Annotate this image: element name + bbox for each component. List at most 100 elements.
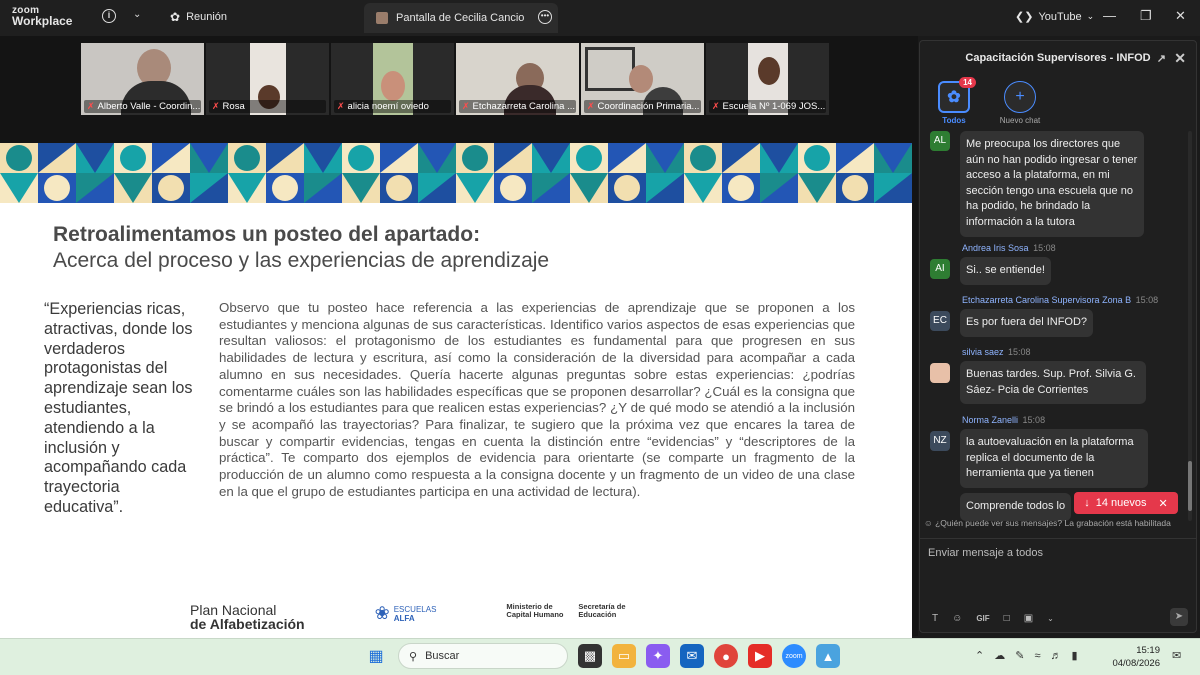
zoom-logo: zoom Workplace (12, 6, 72, 28)
chevron-down-icon[interactable]: ⌄ (133, 9, 141, 20)
mic-off-icon: ✗ (462, 101, 470, 111)
minimize-icon[interactable]: — (1103, 8, 1116, 23)
slide-logos: Plan Nacional de Alfabetización ❀ ESCUEL… (190, 603, 750, 643)
zoom-icon[interactable]: zoom (782, 644, 806, 668)
video-tile[interactable]: ✗ Etchazarreta Carolina ... (456, 43, 579, 115)
pattern-svg (0, 143, 912, 203)
dismiss-icon[interactable]: ✕ (1159, 497, 1168, 510)
slide-subtitle: Acerca del proceso y las experiencias de… (53, 249, 550, 272)
task-view-icon[interactable]: ▩ (578, 644, 602, 668)
search-icon: ⚲ (409, 650, 418, 663)
cloud-icon[interactable]: ☁ (994, 649, 1005, 662)
video-tile[interactable]: ✗ alicia noemí oviedo (331, 43, 454, 115)
more-icon[interactable]: ••• (538, 10, 552, 24)
outlook-icon[interactable]: ✉ (680, 644, 704, 668)
taskbar-apps: ▦ ⚲ Buscar ▩ ▭ ✦ ✉ ● ▶ zoom ▲ (364, 643, 840, 669)
plan-nacional-logo: Plan Nacional de Alfabetización (190, 603, 305, 631)
youtube-label: YouTube (1038, 10, 1082, 23)
message-input[interactable]: Enviar mensaje a todos (928, 547, 1043, 559)
windows-start-icon[interactable]: ▦ (364, 644, 388, 668)
youtube-icon[interactable]: ▶ (748, 644, 772, 668)
escuelas-alfa-logo: ❀ ESCUELAS ALFA (375, 603, 437, 624)
clock-date: 04/08/2026 (1112, 658, 1160, 669)
chevron-down-icon[interactable]: ⌄ (1047, 614, 1054, 623)
composer-toolbar: T ☺ GIF □ ▣ ⌄ (932, 613, 1054, 624)
taskbar-search[interactable]: ⚲ Buscar (398, 643, 568, 669)
message-text: Me preocupa los directores que aún no ha… (960, 131, 1144, 237)
logo-plan-text: Plan Nacional (190, 602, 277, 618)
plus-icon: + (1004, 81, 1036, 113)
message-text: Es por fuera del INFOD? (960, 309, 1094, 337)
person-icon: ☺ (924, 518, 933, 528)
video-tile[interactable]: ✗ Escuela Nº 1-069 JOS... (706, 43, 829, 115)
close-window-icon[interactable]: ✕ (1175, 8, 1186, 24)
video-tile[interactable]: ✗ Coordinación Primaria... (581, 43, 704, 115)
clock-time: 15:19 (1136, 645, 1160, 656)
tab-label: Nuevo chat (999, 116, 1041, 125)
decorative-pattern (0, 143, 912, 203)
meeting-label: Reunión (186, 11, 228, 23)
message-time: 15:08 (1135, 295, 1159, 305)
avatar: NZ (930, 431, 950, 451)
restore-icon[interactable]: ❐ (1140, 8, 1152, 24)
photos-icon[interactable]: ▲ (816, 644, 840, 668)
emoji-icon[interactable]: ☺ (952, 613, 962, 624)
message-text: Si.. se entiende! (960, 257, 1051, 285)
sender-name: Norma Zanelli (962, 415, 1019, 425)
message-time: 15:08 (1033, 243, 1056, 253)
file-icon[interactable]: □ (1004, 613, 1010, 624)
text-format-icon[interactable]: T (932, 613, 938, 624)
slide-title: Retroalimentamos un posteo del apartado: (53, 223, 481, 246)
chat-scrollbar[interactable] (1188, 131, 1192, 521)
tab-todos[interactable]: ✿ 14 Todos (928, 77, 980, 125)
logo-alfa-text: ESCUELAS (393, 604, 437, 614)
popout-icon[interactable]: ↗ (1157, 52, 1166, 65)
participant-name: alicia noemí oviedo (347, 101, 429, 112)
video-tile[interactable]: ✗ Rosa (206, 43, 329, 115)
clock[interactable]: 15:19 04/08/2026 (1112, 644, 1160, 670)
gif-icon[interactable]: GIF (976, 614, 989, 623)
slide-quote: “Experiencias ricas, atractivas, donde l… (44, 300, 193, 516)
file-explorer-icon[interactable]: ▭ (612, 644, 636, 668)
pen-icon[interactable]: ✎ (1015, 649, 1024, 662)
chat-composer: Enviar mensaje a todos T ☺ GIF □ ▣ ⌄ ➤ (920, 538, 1196, 634)
logo-alfa-text2: ALFA (393, 613, 415, 623)
presenter-avatar (376, 12, 388, 24)
mic-off-icon: ✗ (587, 101, 595, 111)
screenshot-icon[interactable]: ▣ (1024, 613, 1033, 624)
message-time: 15:08 (1022, 415, 1046, 425)
info-icon[interactable]: i (102, 9, 116, 23)
chrome-icon[interactable]: ● (714, 644, 738, 668)
unread-badge: 14 (959, 77, 976, 88)
volume-icon[interactable]: ♬ (1050, 650, 1061, 662)
who-can-see-link[interactable]: ☺ ¿Quién puede ver sus mensajes? La grab… (924, 518, 1171, 528)
participant-name: Etchazarreta Carolina ... (472, 101, 575, 112)
mic-off-icon: ✗ (337, 101, 345, 111)
alfa-icon: ❀ (374, 603, 390, 623)
share-tab-label: Pantalla de Cecilia Cancio (396, 12, 525, 24)
mic-off-icon: ✗ (87, 101, 95, 111)
screen-share-tab[interactable]: Pantalla de Cecilia Cancio ••• (364, 3, 558, 33)
close-icon[interactable]: ✕ (1174, 50, 1186, 67)
message-text: Buenas tardes. Sup. Prof. Silvia G. Sáez… (960, 361, 1146, 405)
copilot-icon[interactable]: ✦ (646, 644, 670, 668)
battery-icon[interactable]: ▮ (1071, 649, 1077, 662)
chevron-up-icon[interactable]: ⌃ (975, 649, 984, 662)
video-gallery: ✗ Alberto Valle - Coordin... ✗ Rosa ✗ alici… (81, 43, 829, 115)
new-messages-button[interactable]: ↓ 14 nuevos ✕ (1074, 492, 1178, 514)
chat-header: Capacitación Supervisores - INFOD ↗ ✕ (920, 41, 1196, 75)
video-tile[interactable]: ✗ Alberto Valle - Coordin... (81, 43, 204, 115)
wifi-icon[interactable]: ≈ (1034, 650, 1040, 662)
tab-new-chat[interactable]: + Nuevo chat (994, 81, 1046, 125)
logo-ministerio-text: Ministerio de Capital Humano (506, 602, 564, 619)
chat-title: Capacitación Supervisores - INFOD (965, 52, 1151, 64)
message-time: 15:08 (1008, 347, 1031, 357)
slide-body-text: Observo que tu posteo hace referencia a … (219, 300, 855, 499)
sender-name: Etchazarreta Carolina Supervisora Zona B (962, 295, 1132, 305)
message-text: Comprende todos lo (960, 493, 1072, 521)
participant-name: Alberto Valle - Coordin... (97, 101, 201, 112)
notification-icon[interactable]: ✉ (1172, 649, 1181, 662)
meeting-menu[interactable]: ✿ Reunión (170, 10, 227, 24)
send-icon[interactable]: ➤ (1170, 608, 1188, 626)
youtube-stream-button[interactable]: ❮❯ YouTube ⌄ (1015, 10, 1094, 24)
